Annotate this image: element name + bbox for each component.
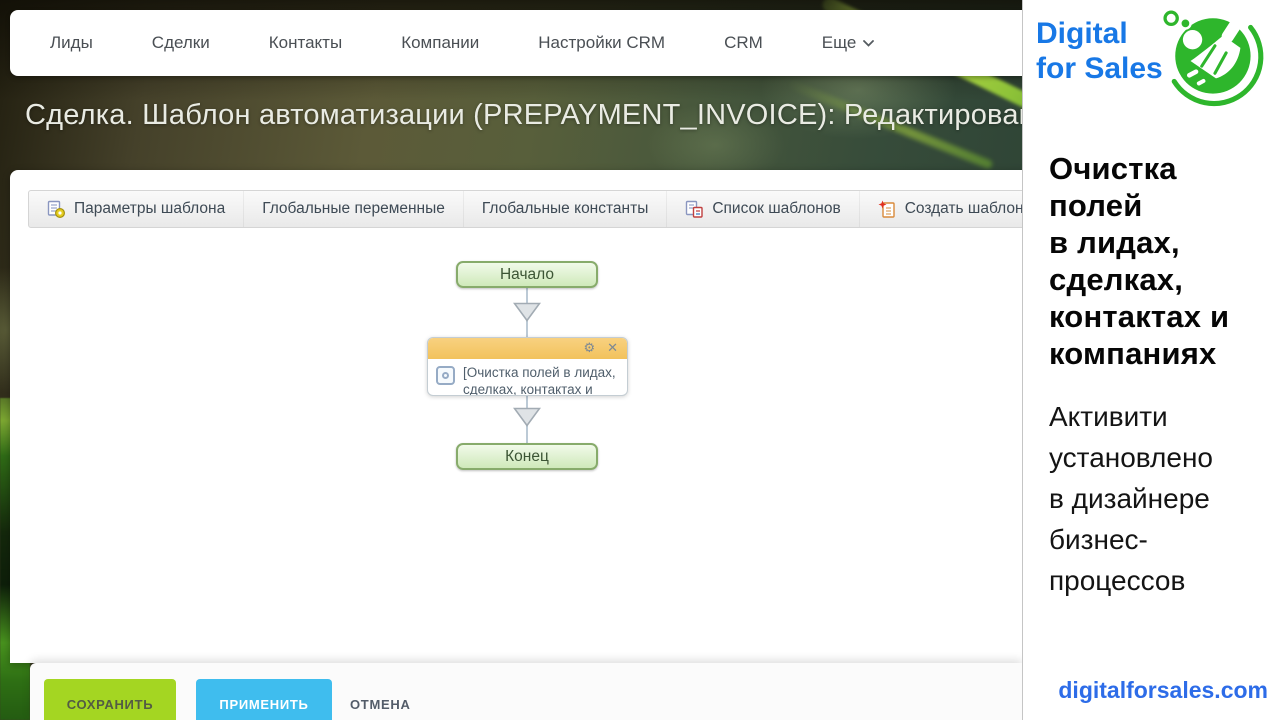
- activity-block[interactable]: ⚙ ✕ [Очистка полей в лидах, сделках, кон…: [427, 337, 628, 396]
- toolbar-global-variables[interactable]: Глобальные переменные: [243, 191, 463, 227]
- arrow-down-icon: [513, 302, 541, 322]
- cancel-button[interactable]: ОТМЕНА: [350, 679, 411, 720]
- toolbar-template-list[interactable]: Список шаблонов: [666, 191, 858, 227]
- activity-header: ⚙ ✕: [428, 338, 627, 359]
- nav-item-crm[interactable]: CRM: [724, 33, 763, 53]
- editor-toolbar: Параметры шаблона Глобальные переменные …: [28, 190, 1022, 228]
- arrow-down-icon: [513, 407, 541, 427]
- crm-region: Лиды Сделки Контакты Компании Настройки …: [0, 0, 1022, 720]
- website-link[interactable]: digitalforsales.com: [1058, 677, 1268, 704]
- page-title: Сделка. Шаблон автоматизации (PREPAYMENT…: [25, 99, 1022, 131]
- create-template-icon: [878, 200, 895, 218]
- brand-name: Digital for Sales: [1036, 17, 1163, 85]
- toolbar-create-template[interactable]: Создать шаблон: [858, 191, 1022, 227]
- cleaning-broom-logo-icon: [1163, 4, 1264, 107]
- nav-item-contacts[interactable]: Контакты: [269, 33, 342, 53]
- apply-button[interactable]: ПРИМЕНИТЬ: [196, 679, 332, 720]
- nav-item-deals[interactable]: Сделки: [152, 33, 210, 53]
- template-list-icon: [686, 200, 704, 218]
- toolbar-item-label: Глобальные константы: [481, 200, 649, 217]
- nav-item-leads[interactable]: Лиды: [50, 33, 93, 53]
- nav-item-companies[interactable]: Компании: [401, 33, 479, 53]
- promo-panel: Digital for Sales Очистка полей в лидах,…: [1022, 0, 1280, 720]
- toolbar-item-label: Глобальные переменные: [262, 200, 445, 217]
- toolbar-item-label: Создать шаблон: [904, 200, 1022, 217]
- nav-item-more[interactable]: Еще: [822, 33, 875, 53]
- activity-body: [Очистка полей в лидах, сделках, контакт…: [428, 359, 627, 396]
- activity-settings-gear-icon[interactable]: ⚙: [583, 342, 595, 355]
- end-block[interactable]: Конец: [456, 443, 598, 470]
- nav-more-label: Еще: [821, 33, 857, 52]
- start-block[interactable]: Начало: [456, 261, 598, 288]
- toolbar-item-label: Список шаблонов: [712, 200, 841, 217]
- toolbar-global-constants[interactable]: Глобальные константы: [462, 191, 666, 227]
- toolbar-template-params[interactable]: Параметры шаблона: [29, 191, 243, 227]
- nav-item-crm-settings[interactable]: Настройки CRM: [538, 33, 665, 53]
- template-params-icon: [47, 200, 66, 218]
- action-bar: СОХРАНИТЬ ПРИМЕНИТЬ ОТМЕНА: [30, 663, 1022, 720]
- promo-heading: Очистка полей в лидах, сделках, контакта…: [1049, 151, 1230, 371]
- save-button[interactable]: СОХРАНИТЬ: [44, 679, 176, 720]
- activity-type-icon: [436, 366, 455, 385]
- activity-close-icon[interactable]: ✕: [607, 342, 618, 355]
- top-nav: Лиды Сделки Контакты Компании Настройки …: [10, 10, 1022, 76]
- toolbar-item-label: Параметры шаблона: [74, 200, 226, 217]
- workflow-editor: Параметры шаблона Глобальные переменные …: [10, 170, 1022, 663]
- screenshot-stage: Лиды Сделки Контакты Компании Настройки …: [0, 0, 1280, 720]
- activity-title: [Очистка полей в лидах, сделках, контакт…: [463, 365, 616, 396]
- promo-description: Активити установлено в дизайнере бизнес-…: [1049, 401, 1213, 596]
- chevron-down-icon: [863, 39, 875, 47]
